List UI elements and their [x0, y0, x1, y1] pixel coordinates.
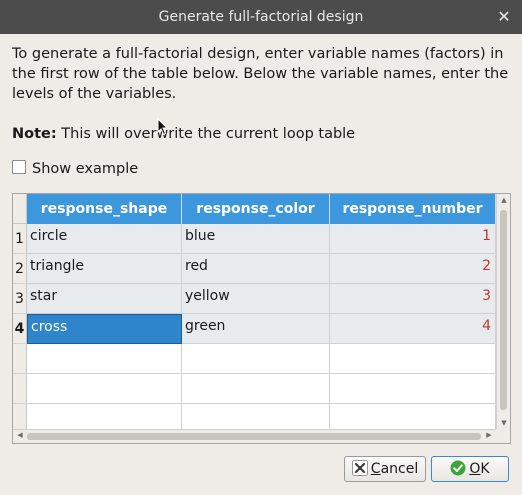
table-cell[interactable]: triangle — [27, 254, 182, 284]
column-header-1[interactable]: response_shape — [27, 194, 182, 224]
table-cell[interactable]: 1 — [330, 224, 496, 254]
horizontal-scrollbar[interactable]: ◀ ▶ — [13, 429, 496, 443]
empty-cell[interactable] — [27, 374, 182, 404]
table-cell[interactable]: 3 — [330, 284, 496, 314]
close-icon[interactable]: ✕ — [496, 0, 512, 34]
row-header-empty[interactable] — [13, 374, 27, 404]
vertical-scroll-thumb[interactable] — [500, 210, 507, 410]
table-cell[interactable]: 4 — [330, 314, 496, 344]
show-example-label: Show example — [32, 161, 139, 177]
cancel-icon — [351, 460, 368, 484]
vertical-scrollbar[interactable]: ▲ ▼ — [496, 194, 510, 429]
intro-text: To generate a full-factorial design, ent… — [12, 46, 509, 102]
empty-cell[interactable] — [27, 344, 182, 374]
table-corner — [13, 194, 27, 224]
selected-table-cell[interactable]: cross — [27, 314, 182, 344]
scroll-left-arrow-icon[interactable]: ◀ — [13, 431, 27, 439]
empty-cell[interactable] — [330, 374, 496, 404]
cancel-button[interactable]: Cancel — [344, 456, 426, 482]
ok-button[interactable]: OK — [431, 456, 509, 482]
table-cell[interactable]: circle — [27, 224, 182, 254]
scroll-corner — [496, 429, 510, 443]
note-label: Note: — [12, 126, 57, 142]
row-header-4[interactable]: 4 — [13, 314, 27, 344]
table-cell[interactable]: red — [182, 254, 330, 284]
table-cell[interactable]: green — [182, 314, 330, 344]
table-cell[interactable]: yellow — [182, 284, 330, 314]
table-cell[interactable]: blue — [182, 224, 330, 254]
cancel-mnemonic: C — [370, 461, 381, 477]
window-title: Generate full-factorial design — [158, 9, 364, 25]
scroll-down-arrow-icon[interactable]: ▼ — [497, 419, 510, 427]
scroll-right-arrow-icon[interactable]: ▶ — [482, 431, 496, 439]
column-header-3[interactable]: response_number — [330, 194, 496, 224]
table-cell[interactable]: 2 — [330, 254, 496, 284]
empty-cell[interactable] — [182, 374, 330, 404]
scroll-up-arrow-icon[interactable]: ▲ — [497, 196, 510, 204]
checkbox-box[interactable] — [12, 160, 26, 174]
row-header-empty[interactable] — [13, 344, 27, 374]
ok-check-icon — [450, 460, 466, 484]
ok-label: K — [480, 461, 490, 477]
note-body: This will overwrite the current loop tab… — [56, 126, 356, 142]
row-header-1[interactable]: 1 — [13, 224, 27, 254]
column-header-2[interactable]: response_color — [182, 194, 330, 224]
horizontal-scroll-thumb[interactable] — [27, 433, 481, 440]
factor-table[interactable]: response_shape response_color response_n… — [12, 193, 511, 444]
table-cell[interactable]: star — [27, 284, 182, 314]
show-example-checkbox[interactable]: Show example — [12, 159, 138, 179]
row-header-2[interactable]: 2 — [13, 254, 27, 284]
cancel-label: ancel — [380, 461, 419, 477]
empty-cell[interactable] — [182, 344, 330, 374]
row-header-3[interactable]: 3 — [13, 284, 27, 314]
empty-cell[interactable] — [330, 344, 496, 374]
title-bar: Generate full-factorial design ✕ — [0, 0, 522, 34]
ok-mnemonic: O — [469, 461, 481, 477]
note-text: Note: This will overwrite the current lo… — [12, 124, 355, 144]
